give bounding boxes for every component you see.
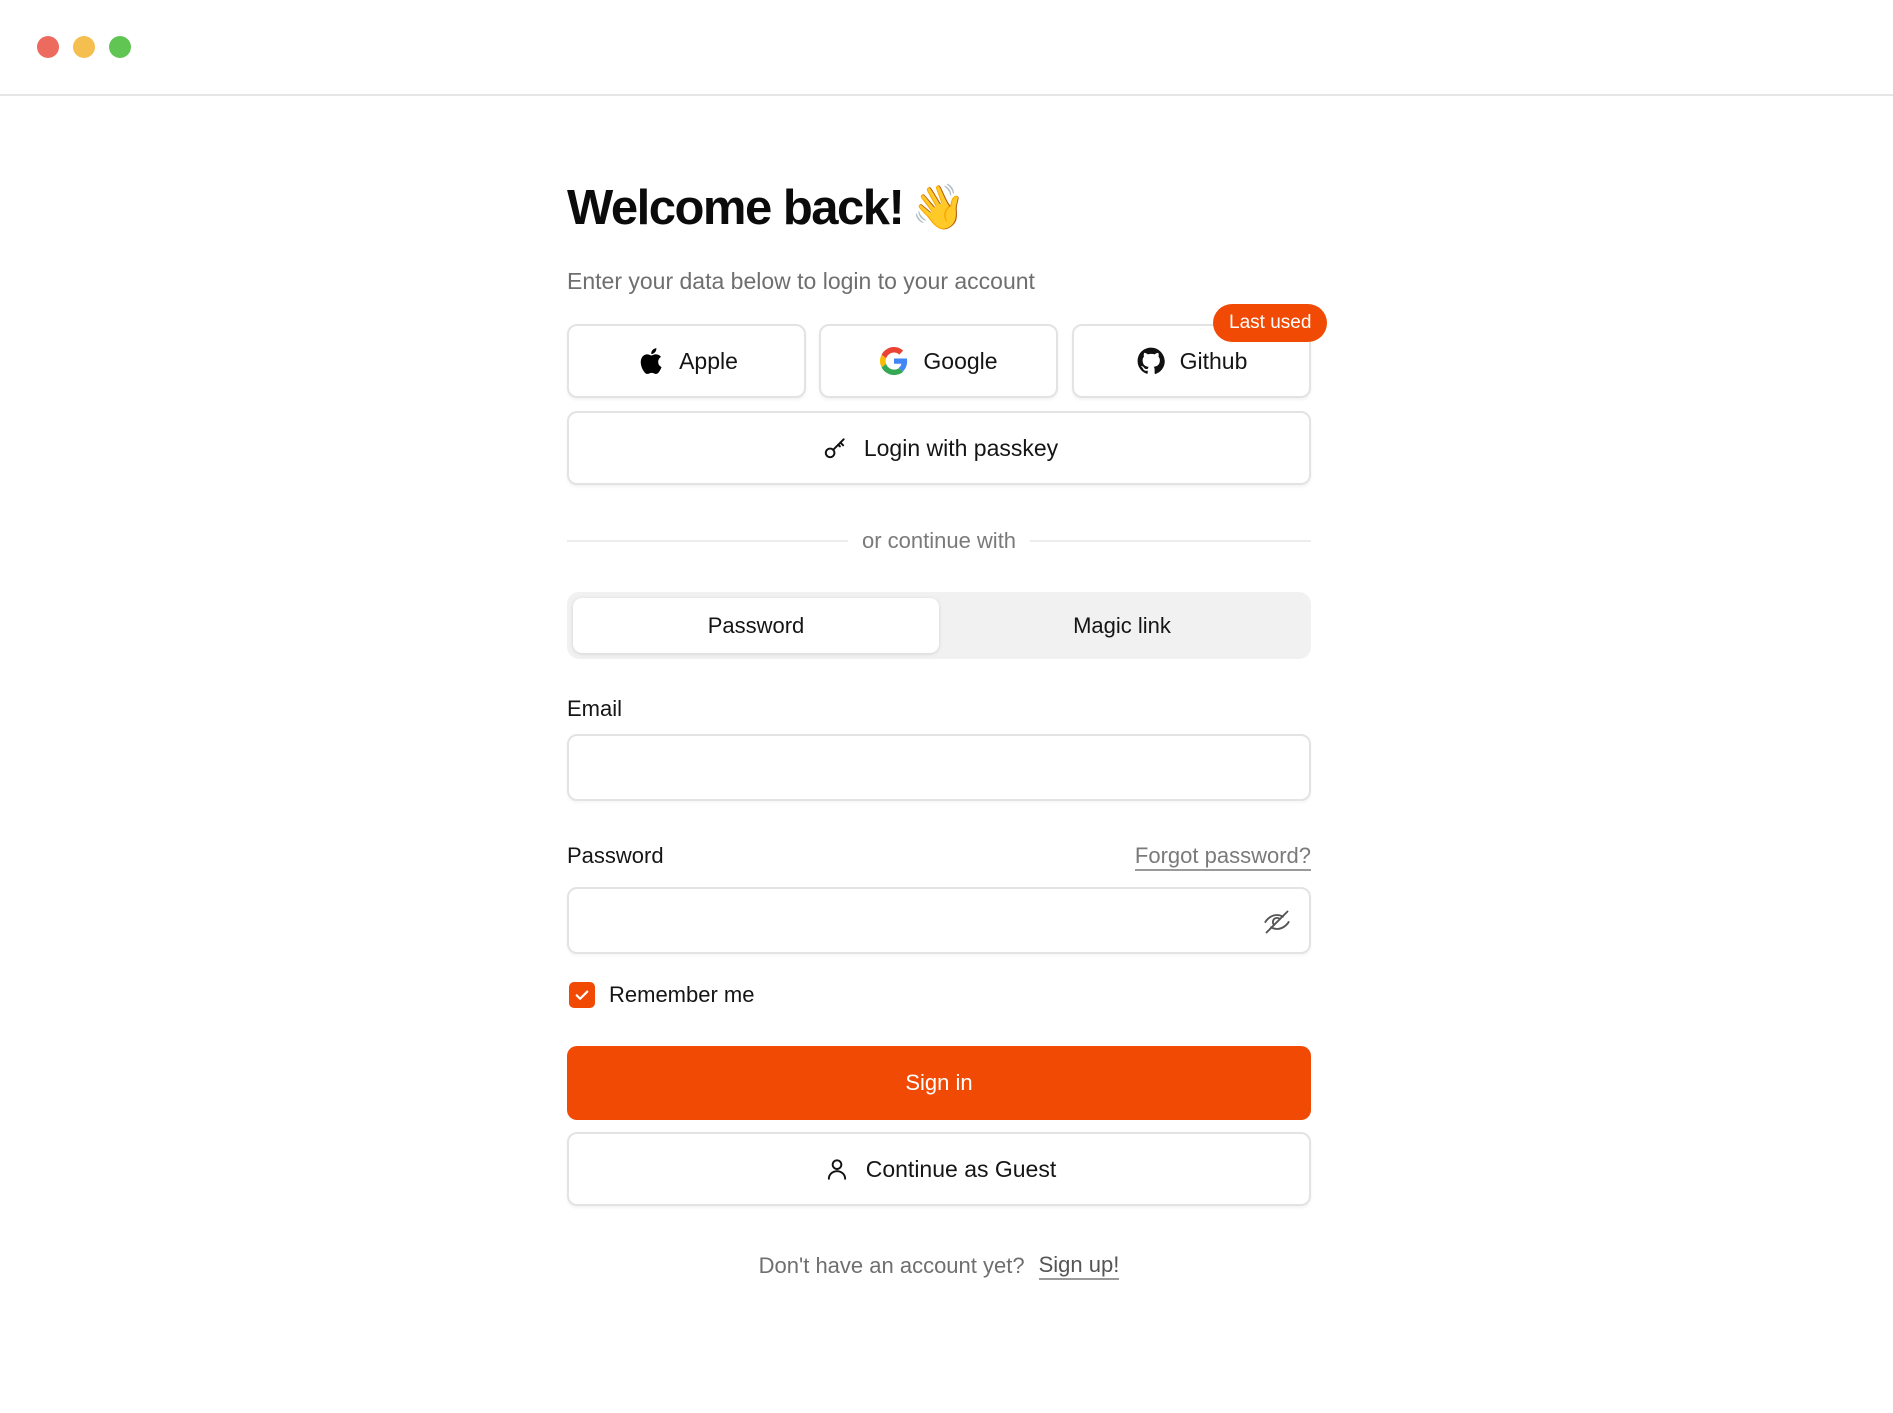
email-field[interactable] [569,736,1309,799]
user-icon [822,1154,852,1184]
window-titlebar [0,0,1893,96]
sign-up-link[interactable]: Sign up! [1038,1252,1120,1280]
last-used-badge: Last used [1213,304,1328,342]
email-label: Email [567,696,623,721]
google-icon [879,346,909,376]
page-subtitle: Enter your data below to login to your a… [567,268,1035,294]
continue-as-guest-button[interactable]: Continue as Guest [567,1132,1311,1206]
passkey-login-button[interactable]: Login with passkey [567,411,1311,485]
passkey-login-label: Login with passkey [863,434,1059,461]
apple-login-label: Apple [679,347,738,374]
social-login-row: Apple Google Github Last used [567,304,1328,398]
login-method-tabs: Password Magic link [567,592,1311,659]
key-icon [820,433,850,463]
remember-me-label: Remember me [609,982,755,1007]
email-field-wrapper [567,734,1311,801]
page-title: Welcome back! [567,181,905,235]
apple-icon [635,346,665,376]
remember-me-checkbox[interactable] [569,982,595,1008]
maximize-window-button[interactable] [109,36,131,58]
continue-as-guest-label: Continue as Guest [865,1155,1057,1182]
minimize-window-button[interactable] [73,36,95,58]
github-icon [1136,346,1166,376]
tab-password[interactable]: Password [573,598,939,653]
eye-off-icon[interactable] [1263,908,1291,936]
apple-login-button[interactable]: Apple [567,324,806,398]
forgot-password-link[interactable]: Forgot password? [1134,843,1311,871]
divider-line-right [1030,540,1311,542]
close-window-button[interactable] [37,36,59,58]
password-label: Password [567,843,664,868]
signup-question: Don't have an account yet? [758,1253,1025,1278]
signup-prompt: Don't have an account yet? Sign up! [567,1252,1311,1280]
password-field[interactable] [569,889,1309,952]
login-card: Welcome back! 👋 Enter your data below to… [567,170,1328,1280]
divider-text: or continue with [861,528,1017,553]
waving-hand-emoji: 👋 [911,183,967,232]
password-field-wrapper [567,887,1311,954]
page-heading: Welcome back! 👋 [567,170,1311,246]
divider-line-left [567,540,848,542]
checkmark-icon [575,990,589,1000]
or-divider: or continue with [567,526,1311,556]
github-login-label: Github [1179,347,1248,374]
remember-me-row: Remember me [569,980,754,1010]
tab-magic-link[interactable]: Magic link [939,598,1305,653]
sign-in-button[interactable]: Sign in [567,1046,1311,1120]
google-login-label: Google [923,347,998,374]
google-login-button[interactable]: Google [819,324,1058,398]
